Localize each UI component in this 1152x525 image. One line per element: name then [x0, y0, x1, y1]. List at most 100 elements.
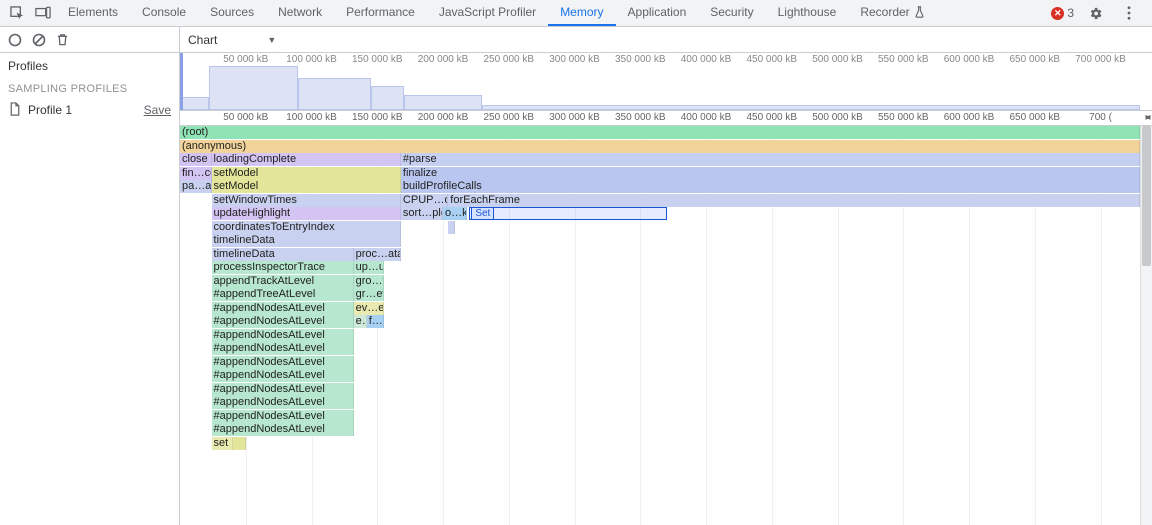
- tab-application[interactable]: Application: [616, 0, 699, 26]
- flame-frame[interactable]: setModel: [212, 167, 401, 180]
- flame-selection: [469, 207, 666, 220]
- error-count-badge[interactable]: ✕ 3: [1051, 6, 1074, 20]
- view-mode-value: Chart: [188, 33, 217, 47]
- overview-bar: [209, 66, 298, 110]
- tab-elements[interactable]: Elements: [56, 0, 130, 26]
- device-toggle-icon[interactable]: [30, 0, 56, 26]
- save-profile-link[interactable]: Save: [144, 103, 171, 117]
- tab-security[interactable]: Security: [698, 0, 765, 26]
- tab-sources[interactable]: Sources: [198, 0, 266, 26]
- flame-frame[interactable]: proc…ata: [354, 248, 401, 261]
- tab-recorder[interactable]: Recorder: [848, 0, 936, 26]
- flame-frame[interactable]: coordinatesToEntryIndex: [212, 221, 401, 234]
- overview-bar: [404, 95, 483, 110]
- flame-ruler[interactable]: ◂▸ 50 000 kB100 000 kB150 000 kB200 000 …: [180, 111, 1152, 126]
- flame-frame[interactable]: ev…ew: [354, 302, 384, 315]
- tab-performance[interactable]: Performance: [334, 0, 427, 26]
- flame-frame[interactable]: #appendNodesAtLevel: [212, 410, 354, 423]
- flame-frame[interactable]: #appendNodesAtLevel: [212, 356, 354, 369]
- memory-pane: Chart ▼ 50 000 kB100 000 kB150 000 kB200…: [180, 27, 1152, 525]
- flame-frame[interactable]: #appendNodesAtLevel: [212, 329, 354, 342]
- ruler-tick: 250 000 kB: [483, 112, 534, 123]
- flame-frame[interactable]: close: [180, 153, 212, 166]
- devtools-tabstrip: ElementsConsoleSourcesNetworkPerformance…: [0, 0, 1152, 27]
- ruler-tick: 400 000 kB: [681, 112, 732, 123]
- overview-range-handle[interactable]: [180, 53, 183, 110]
- flame-chart[interactable]: (root)(anonymous)closeloadingComplete#pa…: [180, 126, 1140, 525]
- settings-gear-icon[interactable]: [1082, 6, 1108, 21]
- flame-frame[interactable]: #appendTreeAtLevel: [212, 288, 354, 301]
- overview-bar: [371, 86, 404, 110]
- flame-frame[interactable]: gro…ts: [354, 275, 384, 288]
- tab-network[interactable]: Network: [266, 0, 334, 26]
- flame-frame[interactable]: timelineData: [212, 248, 354, 261]
- tab-javascript-profiler[interactable]: JavaScript Profiler: [427, 0, 548, 26]
- flame-frame[interactable]: #appendNodesAtLevel: [212, 383, 354, 396]
- ruler-tick: 50 000 kB: [223, 54, 268, 65]
- ruler-tick: 400 000 kB: [681, 54, 732, 65]
- record-icon[interactable]: [8, 33, 22, 47]
- flame-frame[interactable]: o…k: [443, 207, 467, 220]
- flame-frame[interactable]: up…up: [354, 261, 384, 274]
- ruler-tick: 300 000 kB: [549, 54, 600, 65]
- flame-frame[interactable]: #parse: [401, 153, 1140, 166]
- profiles-sidebar: Profiles SAMPLING PROFILES Profile 1 Sav…: [0, 27, 180, 525]
- ruler-tick: 550 000 kB: [878, 112, 929, 123]
- sidebar-toolbar: [0, 27, 179, 53]
- flame-frame[interactable]: set: [212, 437, 233, 450]
- sidebar-title: Profiles: [0, 53, 179, 79]
- ruler-tick: 700 (: [1089, 112, 1112, 123]
- ruler-tick: 300 000 kB: [549, 112, 600, 123]
- profile-list-item[interactable]: Profile 1 Save: [0, 99, 179, 120]
- clear-icon[interactable]: [32, 33, 46, 47]
- overview-bar: [180, 97, 209, 110]
- ruler-tick: 550 000 kB: [878, 54, 929, 65]
- flame-frame[interactable]: #appendNodesAtLevel: [212, 369, 354, 382]
- ruler-tick: 350 000 kB: [615, 112, 666, 123]
- flame-frame[interactable]: buildProfileCalls: [401, 180, 1140, 193]
- flame-frame[interactable]: pa…at: [180, 180, 212, 193]
- tab-memory[interactable]: Memory: [548, 0, 615, 26]
- flame-frame[interactable]: sort…ples: [401, 207, 443, 220]
- error-icon: ✕: [1051, 7, 1064, 20]
- flame-frame[interactable]: #appendNodesAtLevel: [212, 315, 354, 328]
- profile-name: Profile 1: [28, 103, 72, 117]
- flame-frame[interactable]: processInspectorTrace: [212, 261, 354, 274]
- flame-frame[interactable]: forEachFrame: [448, 194, 1140, 207]
- scroll-thumb[interactable]: [1142, 126, 1151, 266]
- flame-frame[interactable]: e…: [354, 315, 367, 328]
- tab-lighthouse[interactable]: Lighthouse: [766, 0, 849, 26]
- flame-frame[interactable]: #appendNodesAtLevel: [212, 423, 354, 436]
- ruler-tick: 450 000 kB: [746, 112, 797, 123]
- ruler-tick: 650 000 kB: [1009, 54, 1060, 65]
- flame-frame[interactable]: [233, 437, 246, 450]
- flame-frame[interactable]: #appendNodesAtLevel: [212, 396, 354, 409]
- flame-frame[interactable]: setModel: [212, 180, 401, 193]
- flame-frame[interactable]: gr…ew: [354, 288, 384, 301]
- flame-frame[interactable]: f…r: [367, 315, 384, 328]
- flame-frame[interactable]: #appendNodesAtLevel: [212, 302, 354, 315]
- flame-frame[interactable]: (anonymous): [180, 140, 1140, 153]
- tab-console[interactable]: Console: [130, 0, 198, 26]
- flame-frame[interactable]: appendTrackAtLevel: [212, 275, 354, 288]
- flame-frame[interactable]: setWindowTimes: [212, 194, 401, 207]
- flame-frame[interactable]: #appendNodesAtLevel: [212, 342, 354, 355]
- flame-frame[interactable]: (root): [180, 126, 1140, 139]
- inspect-icon[interactable]: [4, 0, 30, 26]
- overview-bar: [482, 105, 1140, 110]
- trash-icon[interactable]: [56, 33, 69, 47]
- ruler-tick: 200 000 kB: [418, 54, 469, 65]
- view-mode-select[interactable]: Chart ▼: [188, 33, 276, 47]
- flask-icon: [914, 6, 925, 18]
- kebab-menu-icon[interactable]: [1116, 6, 1142, 20]
- overview-chart[interactable]: 50 000 kB100 000 kB150 000 kB200 000 kB2…: [180, 53, 1152, 111]
- flame-frame[interactable]: updateHighlight: [212, 207, 401, 220]
- flame-frame[interactable]: fin…ce: [180, 167, 212, 180]
- vertical-scrollbar[interactable]: [1140, 126, 1152, 525]
- flame-frame[interactable]: CPUP…del: [401, 194, 448, 207]
- ruler-tick: 500 000 kB: [812, 112, 863, 123]
- flame-frame[interactable]: loadingComplete: [212, 153, 401, 166]
- flame-frame[interactable]: timelineData: [212, 234, 401, 247]
- flame-frame[interactable]: [448, 221, 455, 234]
- flame-frame[interactable]: finalize: [401, 167, 1140, 180]
